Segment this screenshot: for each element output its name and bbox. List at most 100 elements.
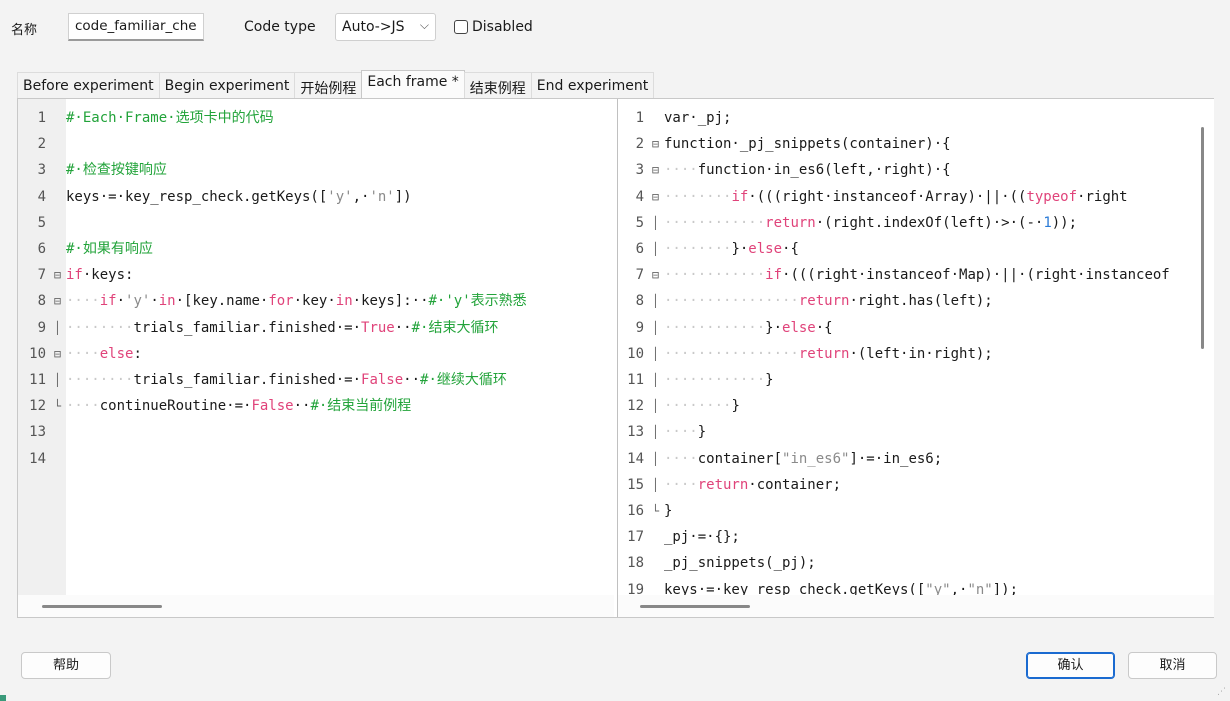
line-number: 1	[635, 110, 644, 126]
cancel-button[interactable]: 取消	[1128, 652, 1217, 679]
fold-toggle-icon[interactable]: ⊟	[52, 341, 63, 367]
code-line: 8 │ ················return·right.has(left)…	[618, 288, 1214, 314]
disabled-checkbox[interactable]	[454, 20, 468, 34]
fold-guide: │	[651, 215, 660, 230]
code-text: #·如果有响应	[66, 241, 153, 257]
fold-toggle-icon[interactable]: ⊟	[650, 157, 661, 183]
line-number: 6	[635, 241, 644, 257]
code-text: function·_pj_snippets(container)·{	[664, 136, 951, 153]
line-number: 11	[627, 372, 644, 388]
line-number: 13	[29, 424, 46, 441]
code-text: ············}	[664, 372, 774, 388]
javascript-editor[interactable]: 1 var·_pj; 2 ⊟ function·_pj_snippets(contain…	[617, 99, 1214, 617]
line-number: 12	[29, 398, 46, 415]
fold-guide: │	[53, 320, 62, 335]
line-number: 3	[37, 162, 46, 179]
fold-guide: │	[651, 477, 660, 492]
line-number: 18	[627, 555, 644, 572]
line-number: 14	[29, 450, 46, 467]
code-text: ········trials_familiar.finished·=·False…	[66, 372, 507, 388]
code-text: ········trials_familiar.finished·=·True·…	[66, 319, 499, 336]
code-line: 14	[18, 446, 614, 472]
code-text: ················return·right.has(left);	[664, 293, 993, 310]
fold-toggle-icon[interactable]: ⊟	[52, 262, 63, 288]
fold-guide: │	[651, 242, 660, 256]
fold-toggle-icon[interactable]: ⊟	[52, 288, 63, 314]
code-line: 4 ⊟ ········if·(((right·instanceof·Array)·…	[618, 184, 1214, 210]
header-row: 名称 code_familiar_che Code type Auto->JS …	[11, 13, 711, 43]
code-line: 11 │ ············}	[618, 367, 1214, 393]
code-text: ············return·(right.indexOf(left)·…	[664, 214, 1078, 231]
line-number: 13	[627, 424, 644, 441]
code-line: 14 │ ····container["in_es6"]·=·in_es6;	[618, 446, 1214, 472]
fold-guide: │	[53, 373, 62, 387]
line-number: 11	[29, 372, 46, 388]
line-number: 12	[627, 398, 644, 415]
fold-guide: │	[651, 425, 660, 440]
line-number: 5	[37, 214, 46, 231]
tab-bar: Before experiment Begin experiment 开始例程 Eac…	[17, 70, 655, 99]
code-line: 9 │ ········trials_familiar.finished·=·Tru…	[18, 315, 614, 341]
code-line: 3 #·检查按键响应	[18, 157, 614, 183]
code-text: ····container["in_es6"]·=·in_es6;	[664, 450, 943, 467]
code-line: 16 └}	[618, 498, 1214, 524]
line-number: 8	[635, 293, 644, 310]
line-number: 7	[635, 267, 644, 284]
code-line: 15 │ ····return·container;	[618, 472, 1214, 498]
code-line: 11 │ ········trials_familiar.finished·=·Fa…	[18, 367, 614, 393]
fold-guide: │	[651, 451, 660, 466]
window-corner-accent	[0, 695, 6, 701]
line-number: 2	[635, 136, 644, 153]
code-line: 7 ⊟ ············if·(((right·instanceof·Map…	[618, 262, 1214, 288]
horizontal-scrollbar[interactable]	[618, 595, 1214, 617]
code-text: keys·=·key_resp_check.getKeys(['y',·'n']…	[66, 188, 412, 205]
code-line: 12 │ ········}	[618, 393, 1214, 419]
code-type-label: Code type	[244, 19, 316, 35]
code-type-select[interactable]: Auto->JS ⌵	[335, 13, 436, 41]
code-line: 18 _pj_snippets(_pj);	[618, 550, 1214, 576]
code-line: 17 _pj·=·{};	[618, 524, 1214, 550]
code-line: 2 ⊟ function·_pj_snippets(container)·{	[618, 131, 1214, 157]
line-number: 4	[37, 188, 46, 205]
disabled-label[interactable]: Disabled	[472, 19, 533, 35]
line-number: 16	[627, 503, 644, 519]
code-line: 3 ⊟ ····function·in_es6(left,·right)·{	[618, 157, 1214, 183]
fold-guide: │	[651, 294, 660, 309]
code-line: 6 #·如果有响应	[18, 236, 614, 262]
line-number: 1	[37, 110, 46, 126]
fold-toggle-icon[interactable]: ⊟	[650, 184, 661, 210]
fold-guide: └	[651, 504, 660, 518]
fold-toggle-icon[interactable]: ⊟	[650, 131, 661, 157]
python-editor[interactable]: 1 #·Each·Frame·选项卡中的代码 2 3 #·检查按键响应 4 keys·=·k…	[18, 99, 614, 617]
name-input[interactable]: code_familiar_che	[68, 13, 204, 41]
code-line: 4 keys·=·key_resp_check.getKeys(['y',·'n'…	[18, 184, 614, 210]
tab-5[interactable]: End experiment	[530, 72, 655, 99]
code-text: ····function·in_es6(left,·right)·{	[664, 162, 951, 179]
code-text: ········}·else·{	[664, 241, 799, 257]
line-number: 3	[635, 162, 644, 179]
code-type-value: Auto->JS	[342, 19, 405, 35]
tab-2[interactable]: 开始例程	[294, 72, 363, 99]
tab-0[interactable]: Before experiment	[17, 72, 160, 99]
tab-4[interactable]: 结束例程	[463, 72, 532, 99]
line-number: 2	[37, 136, 46, 153]
help-button[interactable]: 帮助	[21, 652, 111, 679]
resize-grip-icon[interactable]: ⋰	[1217, 687, 1226, 697]
line-number: 14	[627, 450, 644, 467]
ok-button[interactable]: 确认	[1026, 652, 1115, 679]
chevron-down-icon: ⌵	[419, 18, 429, 32]
tab-3[interactable]: Each frame *	[361, 70, 465, 99]
code-line: 1 #·Each·Frame·选项卡中的代码	[18, 105, 614, 131]
code-text: ····else:	[66, 345, 142, 362]
horizontal-scrollbar[interactable]	[18, 595, 614, 617]
code-text: #·Each·Frame·选项卡中的代码	[66, 110, 274, 126]
code-text: ····}	[664, 424, 707, 441]
vertical-scrollbar[interactable]	[1201, 127, 1204, 349]
code-line: 8 ⊟ ····if·'y'·in·[key.name·for·key·in·key…	[18, 288, 614, 314]
tab-1[interactable]: Begin experiment	[158, 72, 296, 99]
code-line: 1 var·_pj;	[618, 105, 1214, 131]
fold-toggle-icon[interactable]: ⊟	[650, 262, 661, 288]
line-number: 17	[627, 529, 644, 546]
code-line: 7 ⊟ if·keys:	[18, 262, 614, 288]
code-line: 2	[18, 131, 614, 157]
